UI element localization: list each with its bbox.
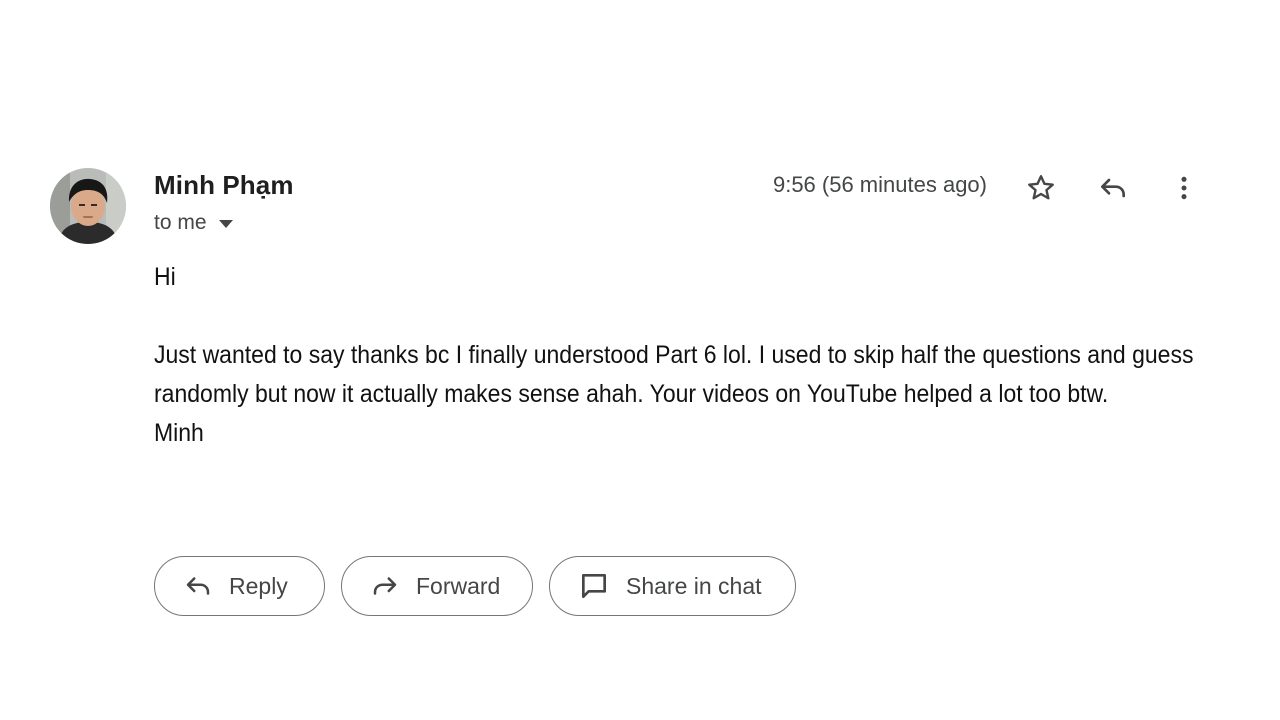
message-body: Hi Just wanted to say thanks bc I finall…	[154, 258, 1193, 453]
share-in-chat-button[interactable]: Share in chat	[549, 556, 796, 616]
reply-button-label: Reply	[229, 572, 288, 599]
email-message-view: Minh Phạm to me 9:56 (56 minutes ago) Hi…	[0, 0, 1280, 720]
message-timestamp: 9:56 (56 minutes ago)	[772, 172, 987, 197]
body-signoff: Minh	[154, 419, 204, 447]
forward-icon	[373, 577, 397, 595]
recipient-details-toggle[interactable]: to me	[154, 211, 233, 235]
reply-icon	[186, 577, 210, 595]
star-button[interactable]	[1021, 168, 1061, 208]
more-vert-icon	[1181, 176, 1187, 200]
reply-icon-button[interactable]	[1093, 168, 1133, 208]
forward-button[interactable]: Forward	[341, 556, 533, 616]
reply-button[interactable]: Reply	[154, 556, 325, 616]
body-paragraph: Just wanted to say thanks bc I finally u…	[154, 341, 1194, 408]
chat-bubble-icon	[582, 574, 606, 598]
recipient-label: to me	[154, 211, 207, 234]
avatar-photo	[50, 168, 126, 244]
body-greeting: Hi	[154, 263, 176, 291]
share-button-label: Share in chat	[626, 572, 762, 599]
sender-avatar[interactable]	[50, 168, 126, 244]
star-icon	[1028, 175, 1054, 200]
more-options-button[interactable]	[1164, 168, 1204, 208]
caret-down-icon	[218, 220, 233, 228]
forward-button-label: Forward	[416, 572, 501, 599]
reply-icon	[1101, 178, 1125, 198]
sender-name[interactable]: Minh Phạm	[154, 170, 294, 201]
message-actions: Reply Forward Share in chat	[154, 556, 796, 616]
